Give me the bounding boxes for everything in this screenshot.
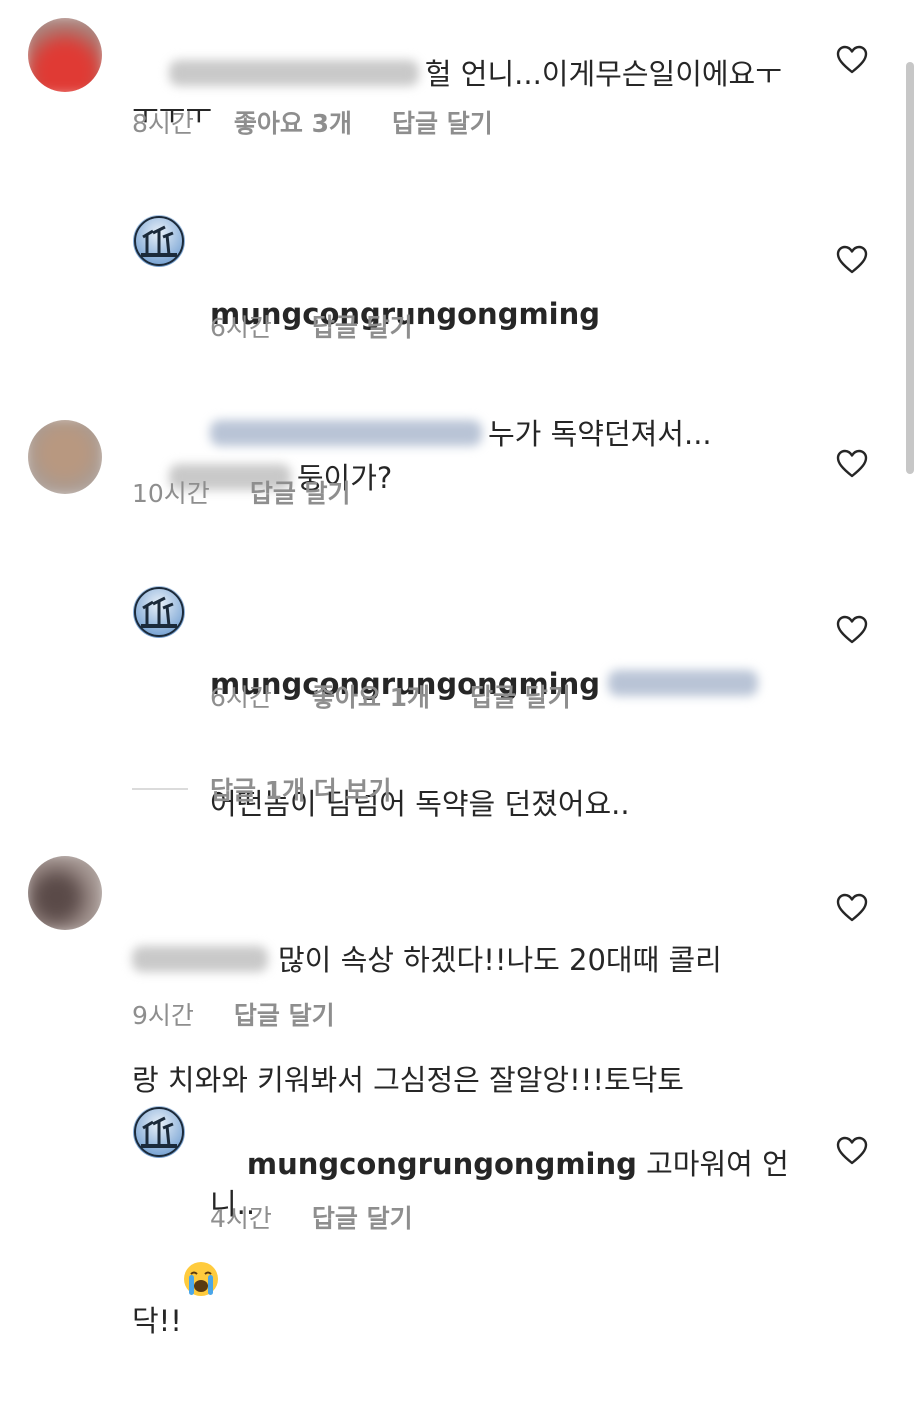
- comment-meta: 9시간 답글 달기: [132, 1000, 375, 1032]
- reply-button[interactable]: 답글 달기: [392, 109, 493, 138]
- avatar[interactable]: [133, 586, 185, 638]
- timestamp: 6시간: [210, 313, 272, 342]
- scrollbar[interactable]: [906, 62, 914, 474]
- comment-meta: 6시간 답글 달기: [210, 312, 453, 344]
- username[interactable]: mungcongrungongming: [247, 1147, 637, 1181]
- avatar[interactable]: [28, 420, 102, 494]
- avatar[interactable]: [28, 856, 102, 930]
- view-more-replies[interactable]: 답글 1개 더 보기: [132, 772, 392, 806]
- comment-body: mungcongrungongming 고마워여 언 니..: [210, 1104, 810, 1264]
- comment-body: mungcongrungongming 어떤놈이 담넘어 독약을 던졌어요..: [210, 584, 810, 904]
- reply-button[interactable]: 답글 달기: [312, 313, 413, 342]
- view-more-replies-label[interactable]: 답글 1개 더 보기: [210, 771, 392, 807]
- heart-icon[interactable]: [836, 1136, 868, 1166]
- heart-icon[interactable]: [836, 615, 868, 645]
- blurred-username[interactable]: [168, 60, 419, 86]
- comment-meta: 6시간 좋아요 1개 답글 달기: [210, 682, 611, 714]
- divider-line: [132, 788, 188, 790]
- timestamp: 4시간: [210, 1204, 272, 1233]
- reply-button[interactable]: 답글 달기: [250, 479, 351, 508]
- comment-meta: 8시간 좋아요 3개 답글 달기: [132, 108, 533, 140]
- comment-text-line-1: 많이 속상 하겠다!!나도 20대때 콜리: [278, 943, 722, 977]
- heart-icon[interactable]: [836, 245, 868, 275]
- comment-meta: 10시간 답글 달기: [132, 478, 391, 510]
- avatar[interactable]: [133, 1106, 185, 1158]
- comment-body: 헐 언니...이게무슨일이에요ㅜ ㅜㅜㅜ: [132, 14, 812, 174]
- blurred-mention[interactable]: [608, 670, 759, 696]
- reply-button[interactable]: 답글 달기: [234, 1001, 335, 1030]
- heart-icon[interactable]: [836, 45, 868, 75]
- heart-icon[interactable]: [836, 893, 868, 923]
- blurred-username[interactable]: [132, 946, 268, 972]
- timestamp: 6시간: [210, 683, 272, 712]
- reply-button[interactable]: 답글 달기: [312, 1204, 413, 1233]
- timestamp: 8시간: [132, 109, 194, 138]
- comment-text-line-3: 닥!!: [132, 1304, 182, 1338]
- reply-button[interactable]: 답글 달기: [470, 683, 571, 712]
- heart-icon[interactable]: [836, 449, 868, 479]
- avatar[interactable]: [133, 215, 185, 267]
- avatar[interactable]: [28, 18, 102, 92]
- like-count[interactable]: 좋아요 1개: [312, 683, 430, 712]
- comment-meta: 4시간 답글 달기: [210, 1203, 453, 1235]
- timestamp: 9시간: [132, 1001, 194, 1030]
- timestamp: 10시간: [132, 479, 210, 508]
- like-count[interactable]: 좋아요 3개: [234, 109, 352, 138]
- comment-text-line-2: 랑 치와와 키워봐서 그심정은 잘알앙!!!토닥토: [132, 1063, 684, 1097]
